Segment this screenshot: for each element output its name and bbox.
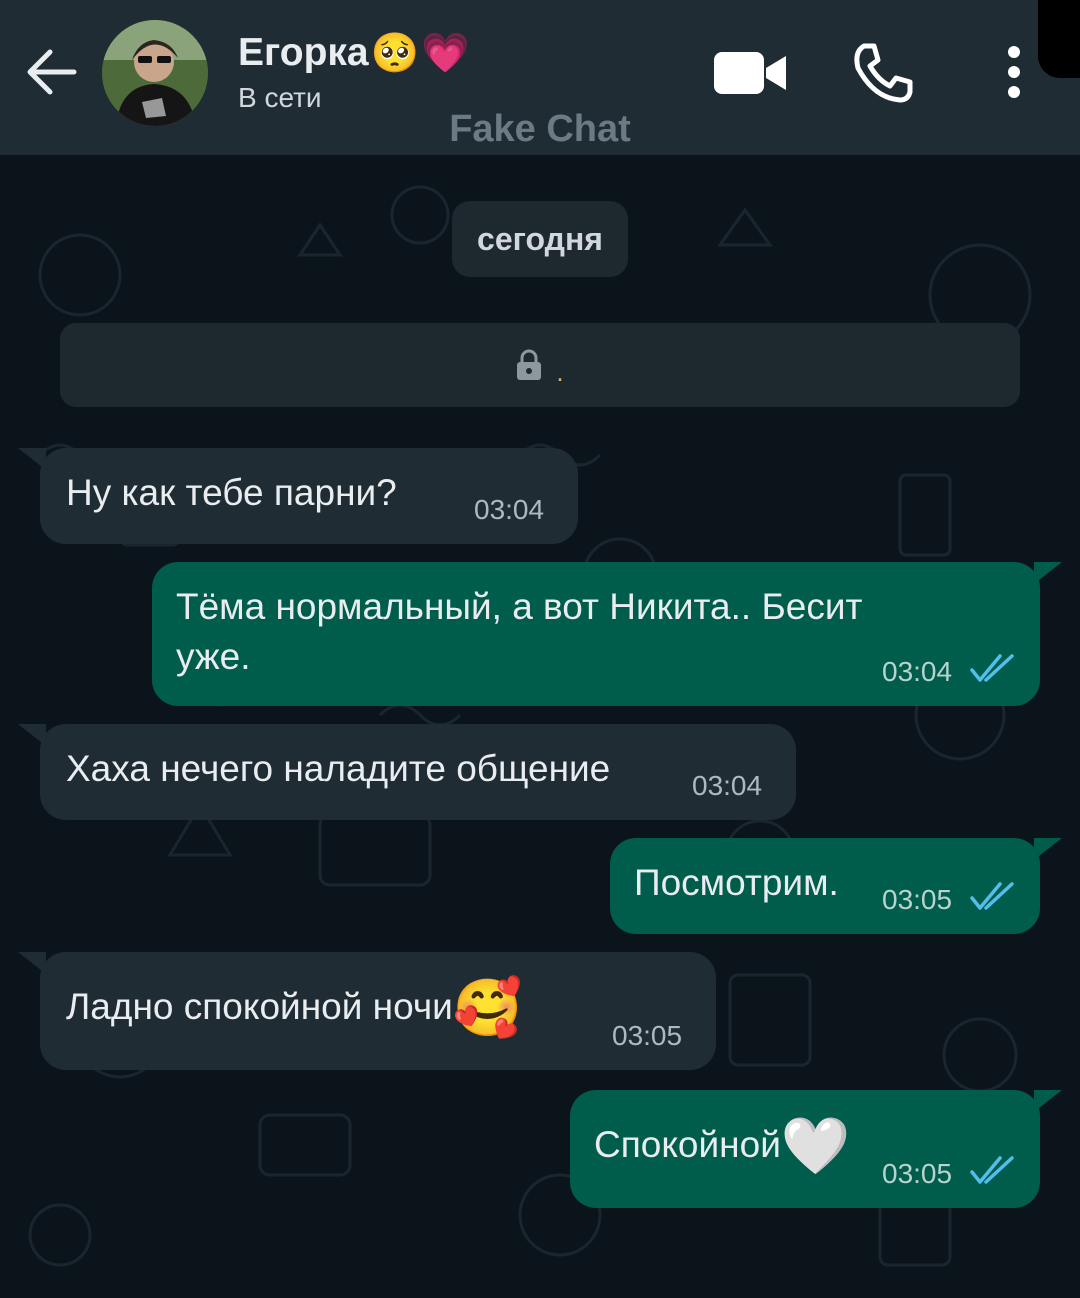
growing-heart-emoji: 💗	[421, 32, 470, 75]
back-arrow-icon[interactable]	[22, 44, 82, 100]
message-text: Спокойной🤍	[594, 1118, 851, 1174]
message-text: Ладно спокойной ночи🥰	[66, 980, 523, 1036]
watermark: Fake Chat	[449, 108, 631, 150]
lock-icon	[517, 349, 542, 380]
read-ticks-icon	[970, 1156, 1014, 1184]
message-text: Посмотрим.	[634, 862, 839, 903]
read-ticks-icon	[970, 882, 1014, 910]
message-bubble-incoming[interactable]: Хаха нечего наладите общение 03:04	[40, 724, 796, 820]
message-bubble-outgoing[interactable]: Посмотрим. 03:05	[610, 838, 1040, 934]
white-heart-emoji: 🤍	[780, 1114, 851, 1177]
smiling-face-with-hearts-emoji: 🥰	[452, 976, 523, 1039]
chat-header: Егорка 🥺 💗 В сети Fake Chat	[0, 0, 1080, 155]
message-bubble-incoming[interactable]: Ну как тебе парни? 03:04	[40, 448, 578, 544]
message-text-content: Спокойной	[594, 1124, 781, 1165]
encryption-notice-text: .	[556, 357, 564, 387]
read-ticks-icon	[970, 654, 1014, 682]
message-time: 03:05	[882, 1158, 953, 1189]
encryption-notice[interactable]: .	[60, 323, 1020, 407]
message-time: 03:05	[612, 1020, 683, 1051]
message-time: 03:04	[882, 656, 953, 687]
message-bubble-outgoing[interactable]: Спокойной🤍 03:05	[570, 1090, 1040, 1208]
contact-name[interactable]: Егорка 🥺 💗	[238, 30, 470, 76]
message-bubble-incoming[interactable]: Ладно спокойной ночи🥰 03:05	[40, 952, 716, 1070]
contact-name-text: Егорка	[238, 31, 369, 74]
more-options-icon[interactable]	[998, 40, 1030, 104]
message-bubble-outgoing[interactable]: Тёма нормальный, а вот Никита.. Бесит уж…	[152, 562, 1040, 706]
phone-call-icon[interactable]	[850, 42, 914, 104]
date-chip: сегодня	[452, 201, 628, 277]
message-text: Ну как тебе парни?	[66, 472, 397, 513]
message-text: Хаха нечего наладите общение	[66, 748, 611, 789]
message-text-line1: Тёма нормальный, а вот Никита.. Бесит	[176, 586, 863, 627]
message-text-content: Ладно спокойной ночи	[66, 986, 453, 1027]
message-time: 03:04	[692, 770, 763, 801]
message-text-line2: уже.	[176, 636, 251, 677]
message-time: 03:04	[474, 494, 545, 525]
camera-cutout	[1038, 0, 1080, 78]
message-time: 03:05	[882, 884, 953, 915]
video-call-icon[interactable]	[712, 48, 788, 98]
chat-area[interactable]: сегодня . Ну как тебе парни? 03:04 Тёма …	[0, 155, 1080, 1298]
pleading-face-emoji: 🥺	[370, 32, 420, 75]
